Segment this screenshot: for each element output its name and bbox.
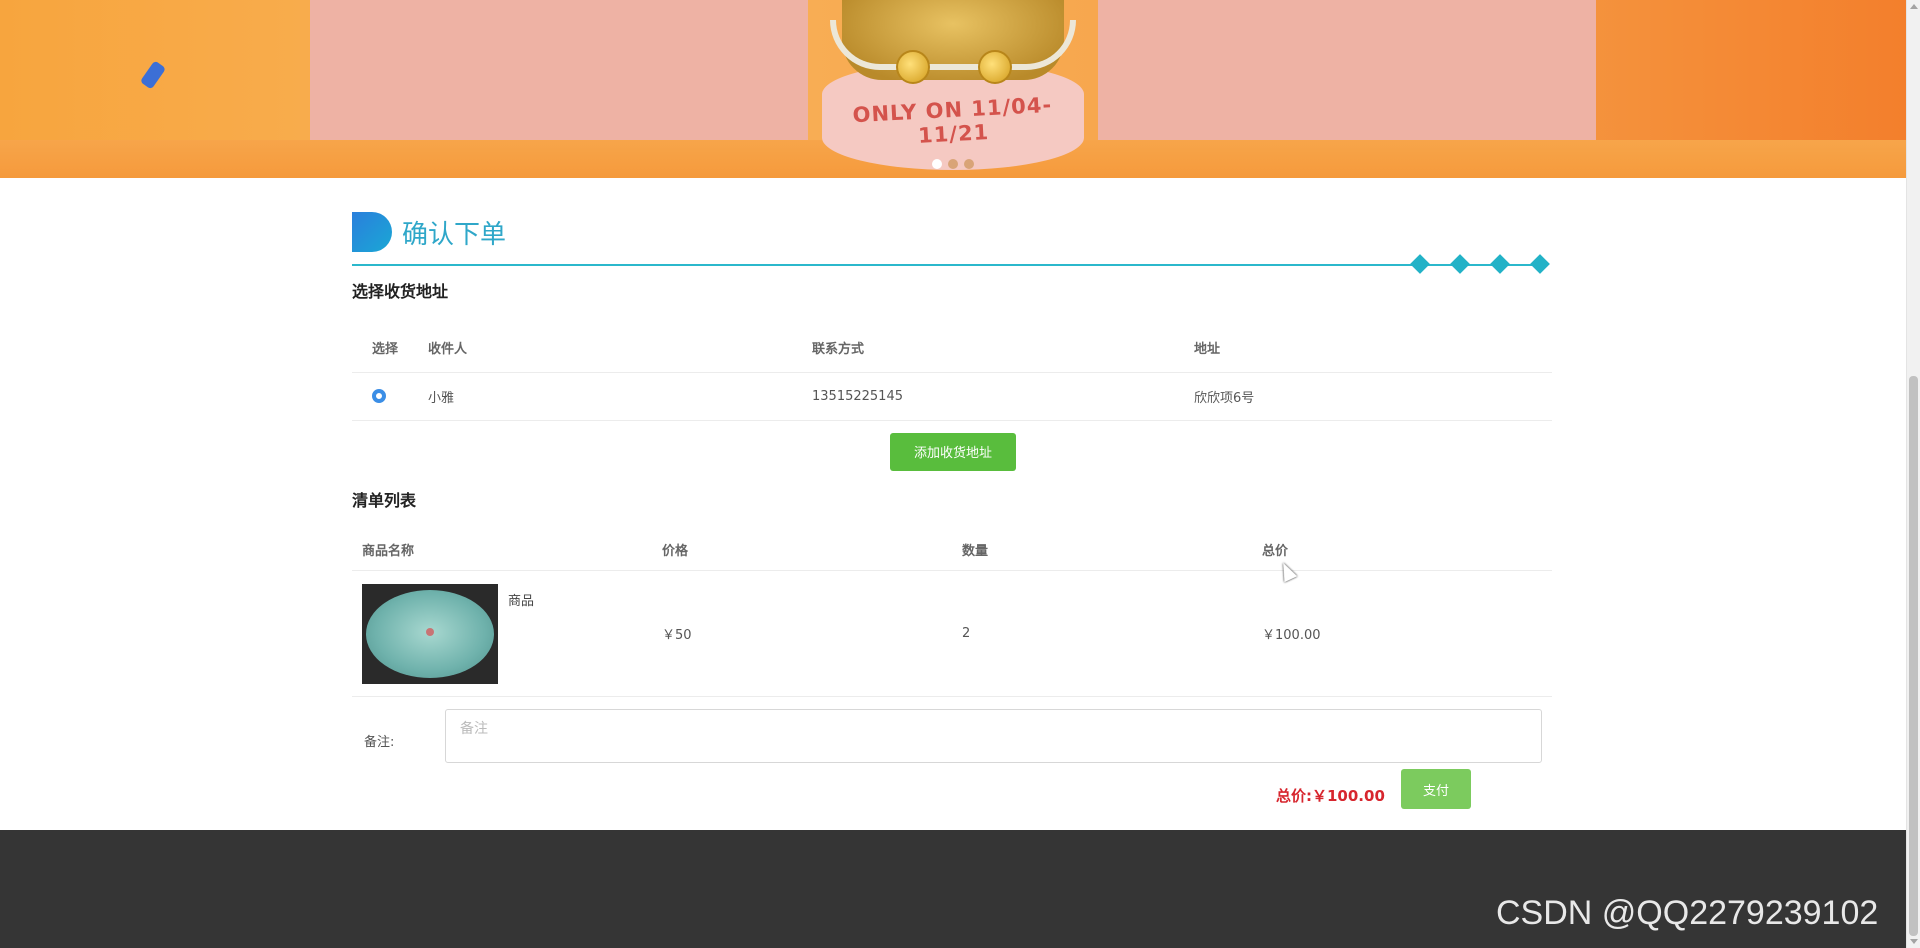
product-name[interactable]: 商品 xyxy=(508,590,534,609)
diamond-icon xyxy=(1450,254,1470,274)
title-badge-icon xyxy=(352,212,392,252)
banner-chain-decoration xyxy=(830,20,1076,70)
col-header-total: 总价 xyxy=(1252,528,1552,571)
scrollbar-thumb[interactable] xyxy=(1909,376,1918,936)
order-confirm-panel: 确认下单 选择收货地址 选择 收件人 联系方式 地址 小雅 1351522514… xyxy=(352,208,1552,829)
col-header-price: 价格 xyxy=(652,528,952,571)
col-header-product: 商品名称 xyxy=(352,528,652,571)
address-table: 选择 收件人 联系方式 地址 小雅 13515225145 欣欣项6号 xyxy=(352,324,1552,421)
page-title: 确认下单 xyxy=(402,220,507,250)
product-quantity: 2 xyxy=(952,570,1252,697)
add-address-row: 添加收货地址 xyxy=(352,421,1552,475)
diamond-icon xyxy=(1410,254,1430,274)
address-radio-selected[interactable] xyxy=(372,389,386,403)
summary-row: 总价:￥100.00 支付 xyxy=(352,769,1552,829)
carousel-dots[interactable] xyxy=(932,159,974,169)
carousel-dot-2[interactable] xyxy=(948,159,958,169)
diamond-icon xyxy=(1490,254,1510,274)
scroll-down-arrow-icon[interactable] xyxy=(1910,939,1918,944)
col-header-select: 选择 xyxy=(352,324,408,373)
address-row[interactable]: 小雅 13515225145 欣欣项6号 xyxy=(352,372,1552,421)
order-table-header: 商品名称 价格 数量 总价 xyxy=(352,528,1552,571)
address-section-title: 选择收货地址 xyxy=(352,282,449,301)
col-header-address: 地址 xyxy=(1174,324,1552,373)
remark-label: 备注: xyxy=(364,735,395,750)
order-list-title: 清单列表 xyxy=(352,490,417,510)
banner-coin xyxy=(896,50,930,84)
diamond-icon xyxy=(1530,254,1550,274)
total-label: 总价: xyxy=(1276,787,1312,805)
address-select-cell[interactable] xyxy=(352,372,408,421)
order-item-row: 商品 ￥50 2 ￥100.00 xyxy=(352,570,1552,697)
product-cell: 商品 xyxy=(352,570,652,697)
total-value: ￥100.00 xyxy=(1312,787,1385,805)
vertical-scrollbar[interactable] xyxy=(1906,0,1920,948)
recipient-phone: 13515225145 xyxy=(792,372,1174,421)
banner-gift-box-left xyxy=(310,0,808,150)
address-table-header: 选择 收件人 联系方式 地址 xyxy=(352,324,1552,373)
remark-row: 备注: xyxy=(352,709,1552,779)
carousel-dot-3[interactable] xyxy=(964,159,974,169)
product-price: ￥50 xyxy=(652,570,952,697)
product-total: ￥100.00 xyxy=(1252,570,1552,697)
banner-gift-box-right xyxy=(1098,0,1596,150)
col-header-quantity: 数量 xyxy=(952,528,1252,571)
add-address-button[interactable]: 添加收货地址 xyxy=(890,432,1016,471)
pay-button[interactable]: 支付 xyxy=(1401,769,1471,809)
recipient-address: 欣欣项6号 xyxy=(1174,372,1552,421)
scroll-up-arrow-icon[interactable] xyxy=(1910,4,1918,9)
col-header-phone: 联系方式 xyxy=(792,324,1174,373)
remark-textarea[interactable] xyxy=(445,709,1542,763)
recipient-name: 小雅 xyxy=(408,372,792,421)
carousel-dot-1[interactable] xyxy=(932,159,942,169)
order-total: 总价:￥100.00 xyxy=(1276,785,1385,806)
banner-coin xyxy=(978,50,1012,84)
title-divider xyxy=(352,264,1542,266)
order-list-table: 商品名称 价格 数量 总价 商品 ￥50 2 ￥100.00 xyxy=(352,528,1552,697)
page-title-row: 确认下单 xyxy=(352,208,1552,274)
product-image[interactable] xyxy=(362,583,498,684)
watermark-text: CSDN @QQ2279239102 xyxy=(1496,894,1879,932)
plate-decoration xyxy=(426,627,434,636)
title-diamond-decoration xyxy=(1410,254,1550,274)
col-header-recipient: 收件人 xyxy=(408,324,792,373)
promo-banner[interactable]: ONLY ON 11/04-11/21 xyxy=(0,0,1906,178)
banner-candy-decoration xyxy=(139,60,167,90)
